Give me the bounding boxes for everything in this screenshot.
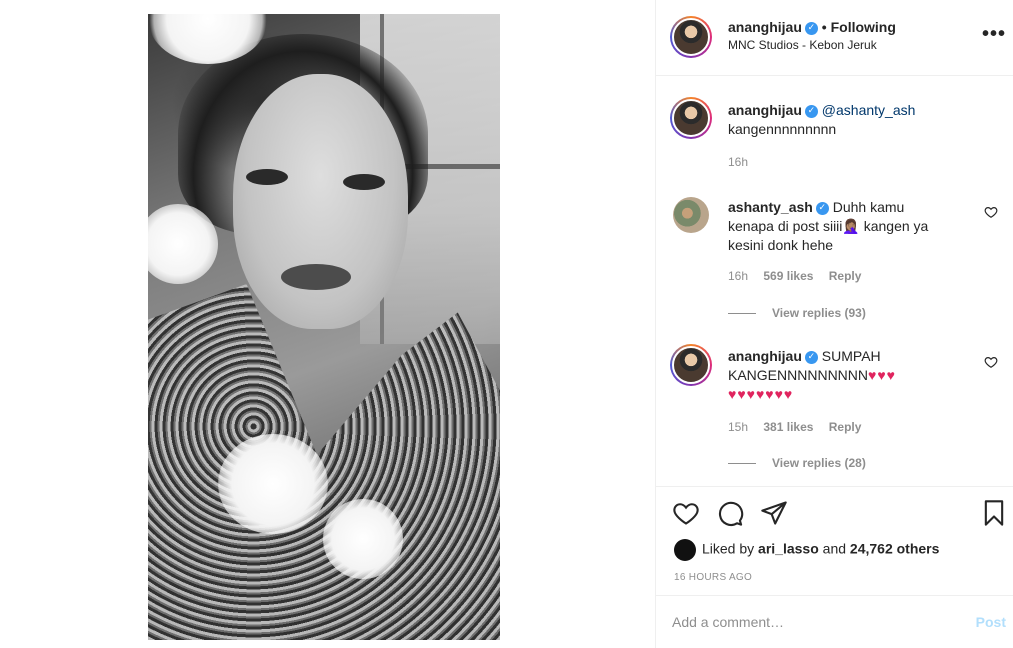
red-heart-emoji-icon: ♥♥♥ xyxy=(868,367,896,383)
photo-bokeh xyxy=(323,499,403,579)
photo-eye-right xyxy=(343,174,385,190)
caption-text-block: ananghijau ✓ @ashanty_ash kangennnnnnnnn xyxy=(728,101,978,139)
add-comment-input[interactable] xyxy=(672,614,942,630)
comment-text-line: kesini donk hehe xyxy=(728,237,834,253)
photo-bokeh xyxy=(148,204,218,284)
post-actions: Liked by ari_lasso and 24,762 others 16 … xyxy=(656,486,1013,594)
reply-button[interactable]: Reply xyxy=(829,420,862,434)
comment-bubble-icon[interactable] xyxy=(716,499,744,527)
verified-badge-icon: ✓ xyxy=(804,21,818,35)
liker-avatar[interactable] xyxy=(674,539,696,561)
view-replies-label: View replies (93) xyxy=(772,306,866,320)
caption-text: kangennnnnnnnn xyxy=(728,121,837,137)
caption-meta: 16h xyxy=(728,155,760,169)
commenter-avatar[interactable] xyxy=(673,197,709,233)
comment-text-line: SUMPAH xyxy=(821,348,881,364)
comment-meta: 15h 381 likes Reply xyxy=(728,420,873,434)
post-timestamp[interactable]: 16 HOURS AGO xyxy=(674,572,752,583)
comment-author[interactable]: ananghijau xyxy=(728,348,802,364)
photo-eye-left xyxy=(246,169,288,185)
post-photo[interactable] xyxy=(148,14,500,640)
caption-mention[interactable]: @ashanty_ash xyxy=(822,102,916,118)
caption: ananghijau ✓ @ashanty_ash kangennnnnnnnn … xyxy=(670,97,1000,177)
photo-face xyxy=(233,74,408,329)
post-side-panel: ananghijau ✓ • Following MNC Studios - Ke… xyxy=(655,0,1013,648)
media-area xyxy=(0,0,655,648)
comment-like-heart-icon[interactable] xyxy=(984,205,998,219)
liked-by-and: and xyxy=(822,540,847,557)
comment-likes[interactable]: 569 likes xyxy=(763,269,813,283)
comment-author[interactable]: ashanty_ash xyxy=(728,199,813,215)
post-header: ananghijau ✓ • Following MNC Studios - Ke… xyxy=(656,0,1013,76)
like-heart-icon[interactable] xyxy=(672,499,700,527)
verified-badge-icon: ✓ xyxy=(815,201,829,215)
author-username[interactable]: ananghijau xyxy=(728,19,802,35)
comment-time[interactable]: 15h xyxy=(728,420,748,434)
post-location[interactable]: MNC Studios - Kebon Jeruk xyxy=(728,38,877,52)
comment-text-block: ananghijau ✓ SUMPAH KANGENNNNNNNNN♥♥♥ ♥♥♥… xyxy=(728,347,978,404)
following-label[interactable]: • Following xyxy=(822,19,896,35)
comment-like-heart-icon[interactable] xyxy=(984,355,998,369)
reply-button[interactable]: Reply xyxy=(829,269,862,283)
photo-bokeh xyxy=(218,434,328,534)
post-comment-button[interactable]: Post xyxy=(976,614,1006,630)
comment-item: ashanty_ash ✓ Duhh kamu kenapa di post si… xyxy=(670,197,1000,327)
verified-badge-icon: ✓ xyxy=(804,104,818,118)
liked-by-count[interactable]: 24,762 others xyxy=(850,541,940,557)
view-replies-divider xyxy=(728,463,756,465)
caption-time[interactable]: 16h xyxy=(728,155,748,169)
liked-by-user[interactable]: ari_lasso xyxy=(758,541,819,557)
caption-author[interactable]: ananghijau xyxy=(728,102,802,118)
photo-lips xyxy=(281,264,351,290)
comment-meta: 16h 569 likes Reply xyxy=(728,269,873,283)
liked-by-prefix: Liked by xyxy=(702,540,755,557)
photo-dress xyxy=(148,284,500,640)
comment-time[interactable]: 16h xyxy=(728,269,748,283)
verified-badge-icon: ✓ xyxy=(804,350,818,364)
view-replies-label: View replies (28) xyxy=(772,456,866,470)
add-comment-bar: Post xyxy=(656,595,1013,648)
view-replies-button[interactable]: View replies (28) xyxy=(728,456,866,470)
more-options-icon[interactable]: ••• xyxy=(982,24,1006,44)
commenter-avatar[interactable] xyxy=(670,344,712,386)
comment-item: ananghijau ✓ SUMPAH KANGENNNNNNNNN♥♥♥ ♥♥♥… xyxy=(670,344,1000,477)
comment-text-line: KANGENNNNNNNNN xyxy=(728,367,869,383)
share-paper-plane-icon[interactable] xyxy=(760,499,788,527)
save-bookmark-icon[interactable] xyxy=(980,499,1008,527)
author-avatar[interactable] xyxy=(670,16,712,58)
red-heart-emoji-icon: ♥♥♥♥♥♥♥ xyxy=(728,386,794,402)
comments-list[interactable]: ananghijau ✓ @ashanty_ash kangennnnnnnnn … xyxy=(656,77,1013,485)
view-replies-button[interactable]: View replies (93) xyxy=(728,306,866,320)
comment-text-line: Duhh kamu xyxy=(832,199,905,215)
caption-author-avatar[interactable] xyxy=(670,97,712,139)
view-replies-divider xyxy=(728,313,756,315)
comment-likes[interactable]: 381 likes xyxy=(763,420,813,434)
comment-text-line: kenapa di post siiii🤦🏽‍♀️ kangen ya xyxy=(728,218,929,234)
comment-text-block: ashanty_ash ✓ Duhh kamu kenapa di post si… xyxy=(728,198,978,255)
liked-by-summary: Liked by ari_lasso and 24,762 others xyxy=(674,539,939,561)
